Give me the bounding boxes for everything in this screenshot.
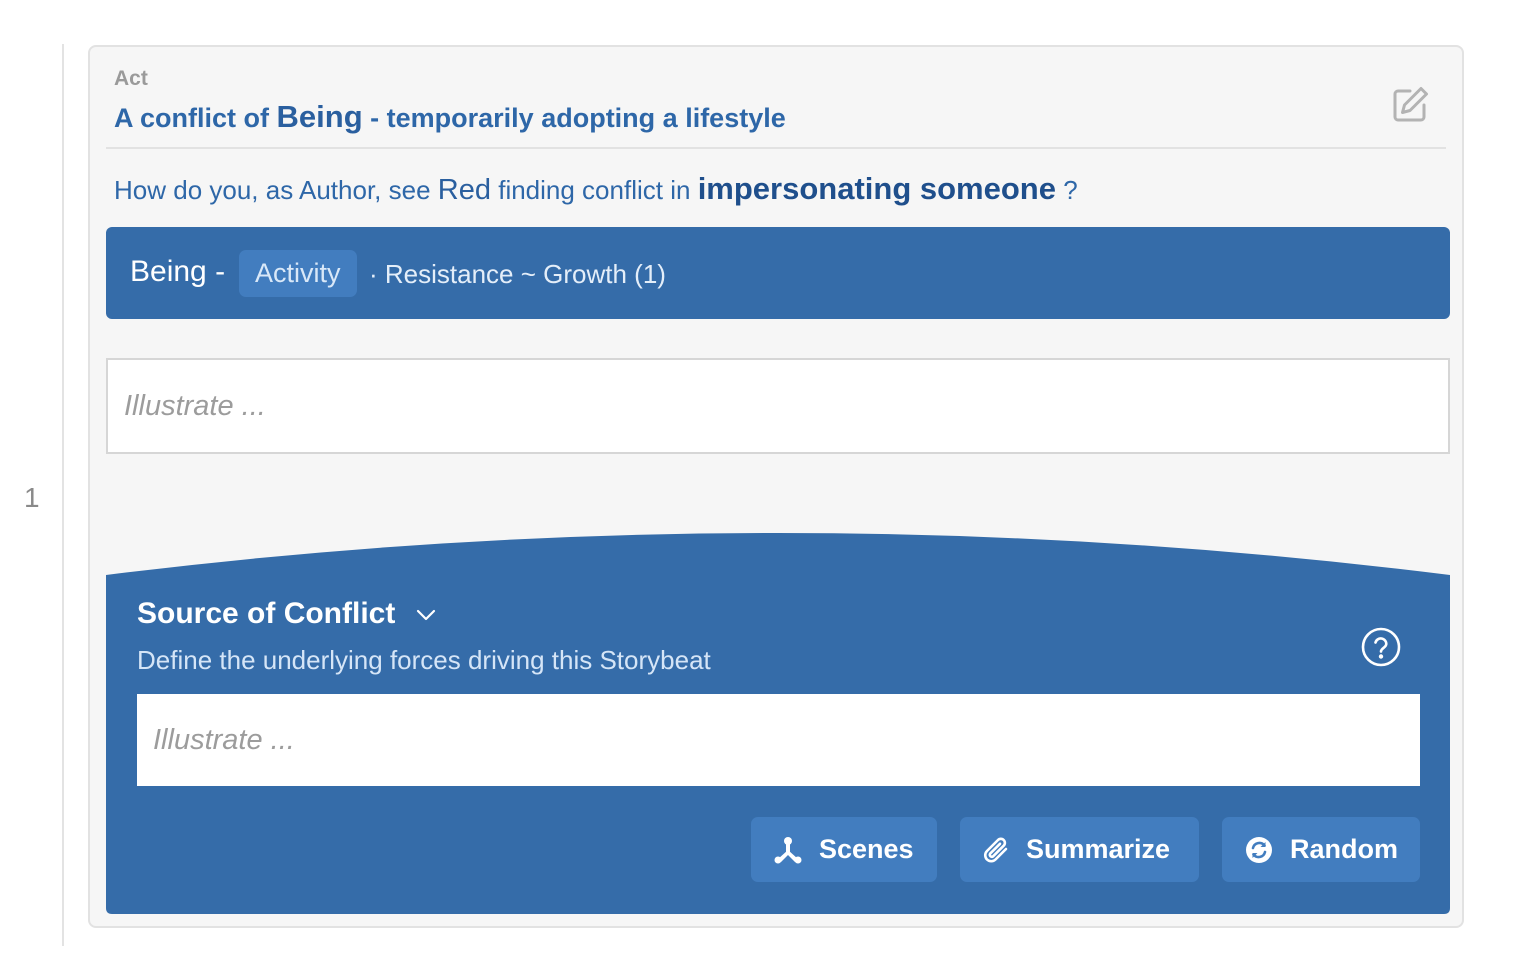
source-of-conflict-section: Source of Conflict Define the underlying… <box>106 533 1450 914</box>
illustrate-input-source[interactable] <box>137 694 1420 786</box>
question-suffix: ? <box>1063 175 1078 205</box>
refresh-icon <box>1246 836 1272 863</box>
illustrate-input-top[interactable] <box>106 358 1450 454</box>
scenes-icon <box>774 836 802 863</box>
act-title-main: Being <box>276 99 363 134</box>
question-topic: impersonating someone <box>697 171 1056 206</box>
question-character: Red <box>437 174 491 206</box>
summarize-button[interactable]: Summarize <box>960 817 1199 882</box>
being-bar: Being - Activity · Resistance ~ Growth (… <box>106 227 1450 319</box>
activity-chip[interactable]: Activity <box>239 250 357 297</box>
act-label: Act <box>114 67 148 90</box>
question-middle: finding conflict in <box>498 175 691 205</box>
being-label: Being - <box>130 255 226 288</box>
source-of-conflict-subtitle: Define the underlying forces driving thi… <box>137 645 711 675</box>
act-title-suffix: - temporarily adopting a lifestyle <box>370 103 786 133</box>
act-title: A conflict of Being - temporarily adopti… <box>114 99 786 135</box>
line-number: 1 <box>24 482 40 513</box>
resistance-growth-label: · Resistance ~ Growth (1) <box>369 259 666 289</box>
random-button[interactable]: Random <box>1222 817 1420 882</box>
gutter-line <box>62 44 64 946</box>
edit-icon[interactable] <box>1390 85 1430 125</box>
source-of-conflict-title[interactable]: Source of Conflict <box>137 597 395 631</box>
scenes-label: Scenes <box>819 834 914 864</box>
paperclip-icon <box>984 837 1008 862</box>
chevron-down-icon[interactable] <box>414 603 438 627</box>
random-label: Random <box>1290 834 1398 864</box>
question-prefix: How do you, as Author, see <box>114 175 431 205</box>
summarize-label: Summarize <box>1026 834 1171 864</box>
author-question: How do you, as Author, see Red finding c… <box>114 171 1078 207</box>
scenes-button[interactable]: Scenes <box>751 817 937 882</box>
divider <box>106 147 1446 149</box>
act-title-prefix: A conflict of <box>114 103 269 133</box>
help-circle-icon[interactable] <box>1360 626 1402 668</box>
storybeat-card: Act A conflict of Being - temporarily ad… <box>88 45 1464 928</box>
